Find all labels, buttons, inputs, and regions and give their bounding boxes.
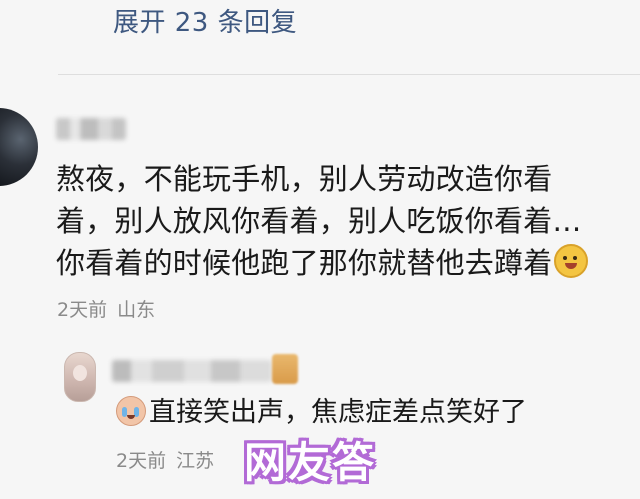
comment-location: 山东 [117,299,156,321]
reply-text: 直接笑出声，焦虑症差点笑好了 [116,396,527,430]
reply-username-blurred[interactable] [112,360,272,382]
reply-avatar[interactable] [64,352,96,402]
expand-replies-link[interactable]: 展开 23 条回复 [113,2,297,39]
crying-laughing-emoji-icon [116,396,146,426]
username-blurred[interactable] [56,118,126,140]
reply-meta: 2天前 江苏 [116,446,214,473]
overlay-caption: 网友答 [244,438,377,487]
comment-meta: 2天前 山东 [57,295,155,322]
comment-line-3: 你看着的时候他跑了那你就替他去蹲着 [56,246,553,280]
cat-badge-icon [272,354,298,384]
comment-text: 熬夜，不能玩手机，别人劳动改造你看 着，别人放风你看着，别人吃饭你看着… 你看着… [56,158,640,284]
reply-location: 江苏 [176,450,215,472]
reply-text-content: 直接笑出声，焦虑症差点笑好了 [149,397,527,428]
divider [58,74,640,75]
comment-line-1: 熬夜，不能玩手机，别人劳动改造你看 [56,162,553,196]
comment-line-2: 着，别人放风你看着，别人吃饭你看着… [56,204,582,238]
avatar[interactable] [0,108,38,186]
laughing-sticker-icon [554,244,589,278]
comment-time: 2天前 [57,299,108,321]
reply-time: 2天前 [116,450,167,472]
